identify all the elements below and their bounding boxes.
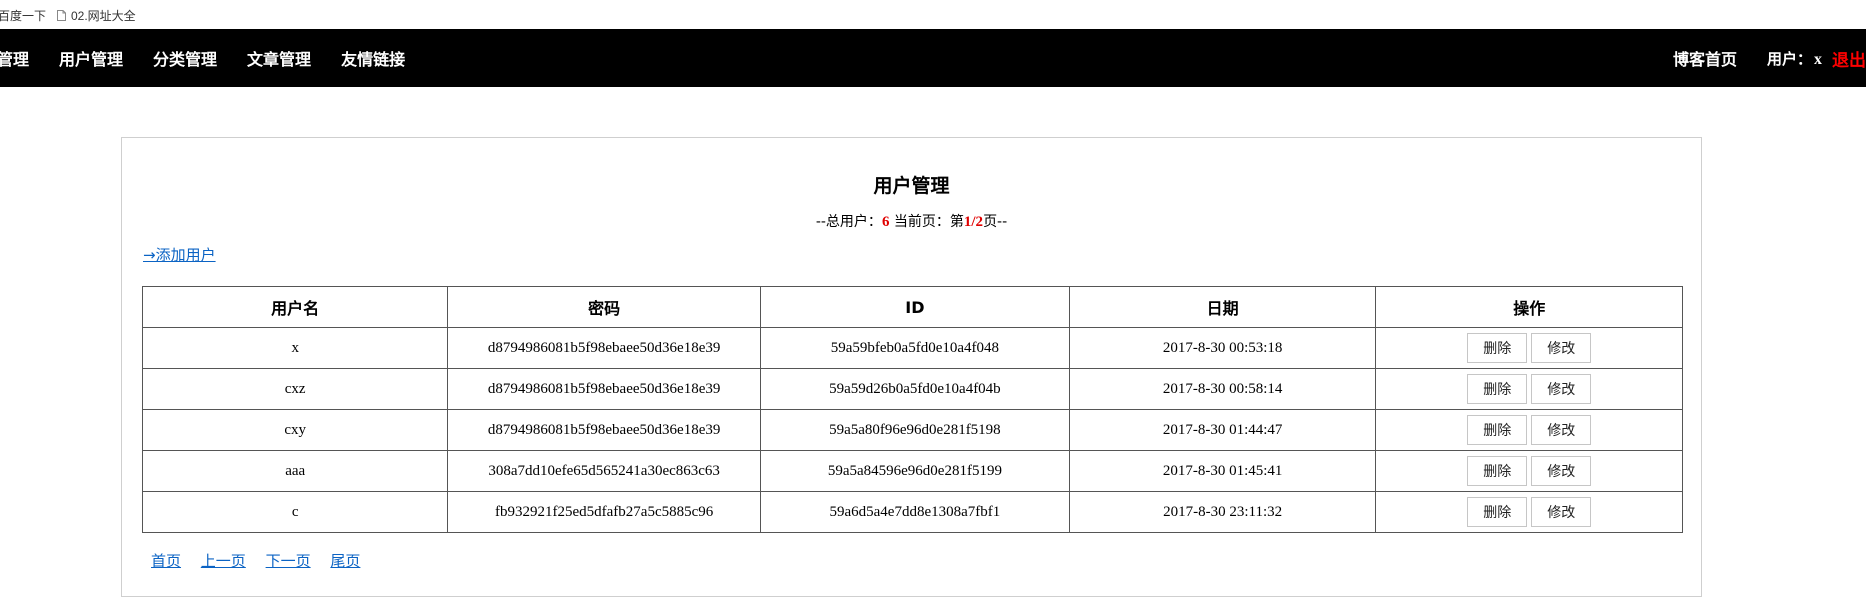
- cell-date: 2017-8-30 23:11:32: [1068, 491, 1377, 533]
- table-row: cxy d8794986081b5f98ebaee50d36e18e39 59a…: [141, 409, 1683, 451]
- cell-id: 59a5a84596e96d0e281f5199: [759, 450, 1070, 492]
- cell-password: d8794986081b5f98ebaee50d36e18e39: [447, 368, 761, 410]
- summary-suffix: 页--: [983, 214, 1008, 230]
- add-user-link[interactable]: →添加用户: [143, 244, 216, 265]
- edit-button[interactable]: 修改: [1531, 456, 1592, 486]
- delete-button[interactable]: 删除: [1467, 456, 1528, 486]
- bookmark-label: 02.网址大全: [71, 9, 136, 23]
- users-table: 用户名 密码 ID 日期 操作 x d8794986081b5f98ebaee5…: [141, 286, 1683, 533]
- delete-button[interactable]: 删除: [1467, 374, 1528, 404]
- bookmarks-bar: 百度一下 02.网址大全: [0, 0, 1866, 29]
- column-header-username: 用户名: [141, 286, 449, 328]
- nav-user-area: 博客首页 用户： x 退出: [1673, 29, 1866, 87]
- top-nav: 管理 用户管理 分类管理 文章管理 友情链接 博客首页 用户： x 退出: [0, 29, 1866, 87]
- cell-actions: 删除 修改: [1375, 450, 1683, 492]
- table-header-row: 用户名 密码 ID 日期 操作: [141, 286, 1683, 328]
- cell-password: d8794986081b5f98ebaee50d36e18e39: [447, 409, 761, 451]
- column-header-date: 日期: [1068, 286, 1377, 328]
- cell-username: c: [141, 491, 449, 533]
- pager-first-link[interactable]: 首页: [151, 552, 181, 570]
- delete-button[interactable]: 删除: [1467, 497, 1528, 527]
- table-row: c fb932921f25ed5dfafb27a5c5885c96 59a6d5…: [141, 491, 1683, 533]
- page-title: 用户管理: [873, 175, 950, 197]
- table-row: cxz d8794986081b5f98ebaee50d36e18e39 59a…: [141, 368, 1683, 410]
- cell-password: 308a7dd10efe65d565241a30ec863c63: [447, 450, 761, 492]
- table-row: aaa 308a7dd10efe65d565241a30ec863c63 59a…: [141, 450, 1683, 492]
- edit-button[interactable]: 修改: [1531, 374, 1592, 404]
- cell-password: d8794986081b5f98ebaee50d36e18e39: [447, 327, 761, 369]
- cell-username: aaa: [141, 450, 449, 492]
- edit-button[interactable]: 修改: [1531, 333, 1592, 363]
- delete-button[interactable]: 删除: [1467, 333, 1528, 363]
- cell-id: 59a59d26b0a5fd0e10a4f04b: [759, 368, 1070, 410]
- summary-mid: 当前页：第: [889, 214, 964, 230]
- blog-home-link[interactable]: 博客首页: [1673, 46, 1737, 70]
- cell-id: 59a6d5a4e7dd8e1308a7fbf1: [759, 491, 1070, 533]
- cell-password: fb932921f25ed5dfafb27a5c5885c96: [447, 491, 761, 533]
- document-icon: [57, 10, 66, 21]
- pagination: 首页 上一页 下一页 尾页: [151, 550, 375, 571]
- bookmark-label: 百度一下: [0, 9, 47, 23]
- cell-actions: 删除 修改: [1375, 368, 1683, 410]
- column-header-actions: 操作: [1375, 286, 1683, 328]
- current-user: 用户： x: [1767, 48, 1822, 69]
- edit-button[interactable]: 修改: [1531, 497, 1592, 527]
- user-summary: --总用户：6 当前页：第1/2页--: [122, 211, 1701, 231]
- cell-date: 2017-8-30 01:45:41: [1068, 450, 1377, 492]
- summary-prefix: --总用户：: [815, 214, 882, 230]
- table-row: x d8794986081b5f98ebaee50d36e18e39 59a59…: [141, 327, 1683, 369]
- pager-next-link[interactable]: 下一页: [266, 552, 311, 570]
- nav-item-categories[interactable]: 分类管理: [153, 46, 217, 70]
- cell-username: x: [141, 327, 449, 369]
- cell-actions: 删除 修改: [1375, 491, 1683, 533]
- current-page: 1/2: [963, 214, 984, 230]
- nav-item-admin[interactable]: 管理: [0, 46, 29, 70]
- nav-item-articles[interactable]: 文章管理: [247, 46, 311, 70]
- cell-username: cxy: [141, 409, 449, 451]
- username: x: [1814, 50, 1822, 68]
- pager-prev-link[interactable]: 上一页: [201, 552, 246, 570]
- pager-last-link[interactable]: 尾页: [330, 552, 360, 570]
- edit-button[interactable]: 修改: [1531, 415, 1592, 445]
- cell-id: 59a59bfeb0a5fd0e10a4f048: [759, 327, 1070, 369]
- column-header-id: ID: [759, 286, 1070, 328]
- cell-id: 59a5a80f96e96d0e281f5198: [759, 409, 1070, 451]
- bookmark-url-directory[interactable]: 02.网址大全: [57, 7, 136, 24]
- user-label: 用户：: [1766, 49, 1812, 68]
- cell-date: 2017-8-30 00:58:14: [1068, 368, 1377, 410]
- cell-actions: 删除 修改: [1375, 409, 1683, 451]
- nav-item-users[interactable]: 用户管理: [59, 46, 123, 70]
- delete-button[interactable]: 删除: [1467, 415, 1528, 445]
- cell-actions: 删除 修改: [1375, 327, 1683, 369]
- nav-menu: 管理 用户管理 分类管理 文章管理 友情链接: [0, 29, 435, 87]
- cell-username: cxz: [141, 368, 449, 410]
- bookmark-baidu[interactable]: 百度一下: [0, 7, 46, 24]
- column-header-password: 密码: [447, 286, 761, 328]
- cell-date: 2017-8-30 01:44:47: [1068, 409, 1377, 451]
- logout-link[interactable]: 退出: [1832, 46, 1866, 71]
- nav-item-links[interactable]: 友情链接: [341, 46, 405, 70]
- content-panel: 用户管理 --总用户：6 当前页：第1/2页-- →添加用户 用户名 密码 ID…: [121, 137, 1702, 597]
- cell-date: 2017-8-30 00:53:18: [1068, 327, 1377, 369]
